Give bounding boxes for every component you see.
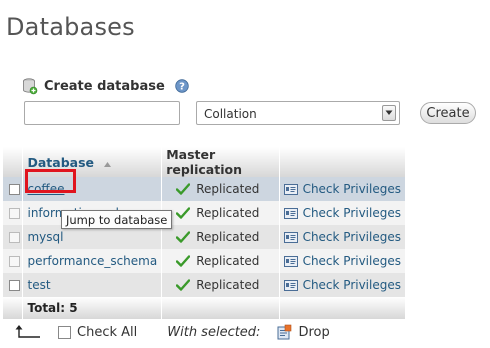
- drop-action[interactable]: Drop: [276, 324, 330, 340]
- check-privileges-action[interactable]: Check Privileges: [283, 254, 401, 268]
- check-mark-icon: [176, 207, 191, 219]
- create-button[interactable]: Create: [420, 102, 476, 124]
- total-row: Total: 5: [3, 297, 406, 319]
- database-link[interactable]: performance_schema: [27, 254, 157, 268]
- table-row[interactable]: performance_schema Replicated Check Priv…: [3, 249, 406, 273]
- drop-icon: [276, 324, 292, 340]
- privileges-icon: [283, 207, 298, 219]
- create-database-label: Create database: [44, 78, 165, 94]
- select-column-header: [3, 147, 24, 177]
- collation-selected-value: Collation: [204, 107, 257, 121]
- create-database-header: Create database ?: [22, 77, 189, 95]
- replication-column-header: Master replication: [161, 147, 281, 177]
- with-selected-label: With selected:: [167, 324, 261, 340]
- database-add-icon: [22, 77, 38, 95]
- actions-column-header: [279, 147, 406, 177]
- check-privileges-link[interactable]: Check Privileges: [303, 254, 401, 268]
- privileges-icon: [283, 183, 298, 195]
- svg-text:?: ?: [179, 82, 185, 93]
- privileges-icon: [283, 255, 298, 267]
- check-mark-icon: [176, 255, 191, 267]
- arrow-ltr-icon: [14, 324, 42, 340]
- check-all-label[interactable]: Check All: [77, 325, 137, 340]
- check-mark-icon: [176, 279, 191, 291]
- replication-status: Replicated: [162, 273, 280, 297]
- table-row[interactable]: test Replicated Check Privileges: [3, 273, 406, 297]
- check-privileges-link[interactable]: Check Privileges: [303, 206, 401, 220]
- help-icon[interactable]: ?: [175, 79, 189, 93]
- row-checkbox[interactable]: [9, 280, 20, 291]
- database-name-input[interactable]: [24, 101, 180, 125]
- row-checkbox[interactable]: [9, 208, 20, 219]
- replication-label: Replicated: [196, 182, 260, 196]
- sort-asc-icon: [104, 155, 112, 170]
- check-privileges-action[interactable]: Check Privileges: [283, 278, 401, 292]
- replication-label: Replicated: [196, 254, 260, 268]
- replication-label: Replicated: [196, 278, 260, 292]
- tooltip: Jump to database: [61, 210, 173, 229]
- check-all-control[interactable]: Check All: [58, 325, 137, 340]
- collation-select[interactable]: Collation: [196, 101, 400, 125]
- total-count: Total: 5: [22, 297, 163, 319]
- chevron-down-icon: [382, 105, 396, 121]
- drop-label[interactable]: Drop: [298, 325, 329, 340]
- row-checkbox[interactable]: [9, 256, 20, 267]
- replication-status: Replicated: [162, 201, 280, 225]
- replication-status: Replicated: [162, 249, 280, 273]
- replication-status: Replicated: [162, 177, 280, 201]
- check-privileges-link[interactable]: Check Privileges: [303, 230, 401, 244]
- check-privileges-link[interactable]: Check Privileges: [303, 278, 401, 292]
- page-title: Databases: [6, 13, 135, 41]
- replication-label: Replicated: [196, 206, 260, 220]
- replication-status: Replicated: [162, 225, 280, 249]
- check-mark-icon: [176, 231, 191, 243]
- row-checkbox[interactable]: [9, 184, 20, 195]
- database-sort-link[interactable]: Database: [27, 155, 94, 170]
- check-mark-icon: [176, 183, 191, 195]
- check-privileges-action[interactable]: Check Privileges: [283, 206, 401, 220]
- database-link[interactable]: test: [27, 278, 50, 292]
- row-checkbox[interactable]: [9, 232, 20, 243]
- database-link[interactable]: mysql: [27, 230, 63, 244]
- highlight-annotation-box: [25, 169, 76, 193]
- privileges-icon: [283, 231, 298, 243]
- check-privileges-action[interactable]: Check Privileges: [283, 182, 401, 196]
- check-privileges-link[interactable]: Check Privileges: [303, 182, 401, 196]
- bulk-actions-footer: Check All With selected: Drop: [14, 324, 330, 340]
- check-privileges-action[interactable]: Check Privileges: [283, 230, 401, 244]
- privileges-icon: [283, 279, 298, 291]
- replication-label: Replicated: [196, 230, 260, 244]
- check-all-checkbox[interactable]: [58, 325, 71, 339]
